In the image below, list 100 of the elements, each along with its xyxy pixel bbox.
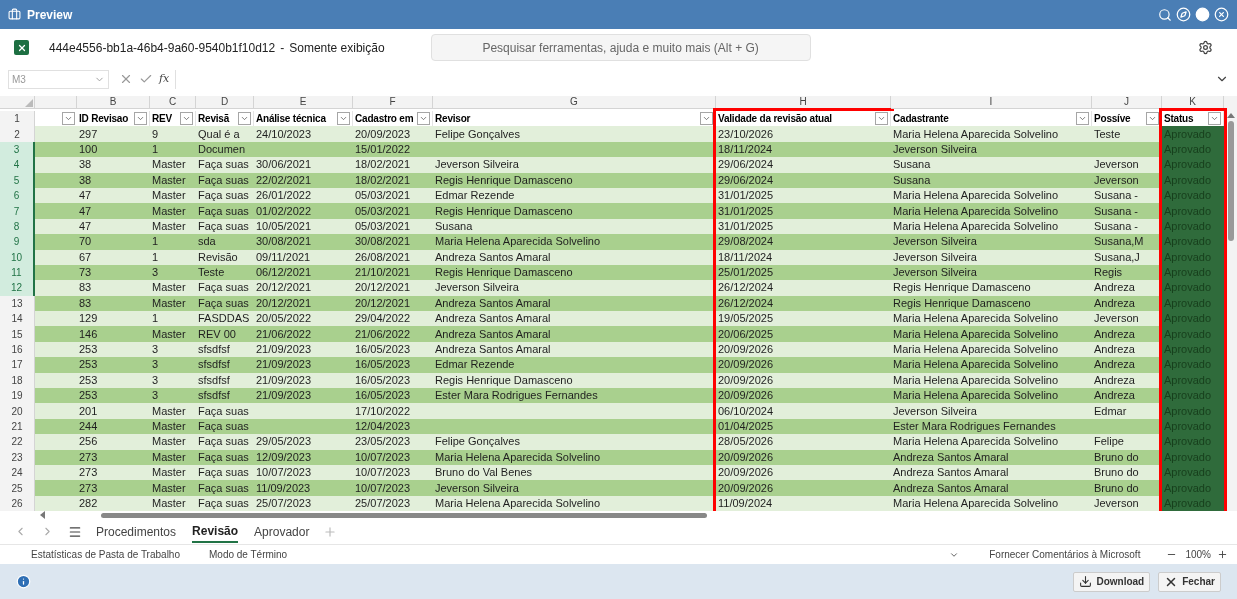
settings-icon[interactable] [1198, 40, 1213, 55]
column-letter[interactable]: G [433, 96, 716, 109]
file-name: 444e4556-bb1a-46b4-9a60-9540b1f10d12 [49, 39, 276, 57]
filter-button[interactable] [337, 112, 350, 126]
table-cell: Andreza [1092, 326, 1162, 342]
sheet-tab[interactable]: Aprovador [254, 520, 310, 543]
table-cell: Faça suas [196, 434, 254, 450]
table-cell: 19/05/2025 [716, 311, 891, 327]
table-cell: 23/05/2023 [353, 434, 433, 450]
column-header: Cadastro em [355, 112, 414, 127]
table-cell: Faça suas [196, 403, 254, 419]
row-number[interactable]: 1 [0, 111, 35, 127]
zoom-level: 100% [1185, 548, 1211, 563]
filter-button[interactable] [875, 112, 888, 126]
column-header: ID Revisao [79, 112, 129, 127]
table-cell: Susana - [1092, 203, 1162, 219]
filter-button[interactable] [1076, 112, 1089, 126]
table-cell: Andreza Santos Amaral [891, 480, 1092, 496]
row-number[interactable]: 25 [0, 480, 35, 496]
search-icon[interactable] [1158, 7, 1172, 22]
search-field[interactable]: Pesquisar ferramentas, ajuda e muito mais (Alt + G) [430, 34, 811, 61]
column-letter[interactable]: C [150, 96, 196, 109]
sheet-tab[interactable]: Procedimentos [96, 520, 177, 543]
scroll-left-icon[interactable] [40, 511, 45, 520]
table-cell: 3 [150, 357, 196, 373]
row-number[interactable]: 19 [0, 388, 35, 404]
column-letter[interactable]: F [353, 96, 433, 109]
table-cell [35, 157, 77, 173]
table-cell: 273 [77, 480, 150, 496]
circle-icon[interactable] [1195, 7, 1210, 22]
table-cell: 21/06/2022 [254, 326, 353, 342]
table-cell: 28/05/2026 [716, 434, 891, 450]
sheet-tab[interactable]: Revisão [192, 520, 239, 543]
table-cell: Andreza [1092, 357, 1162, 373]
filter-button[interactable] [700, 112, 713, 126]
table-cell [35, 388, 77, 404]
column-letter[interactable]: E [254, 96, 353, 109]
cancel-icon[interactable] [119, 72, 133, 86]
add-sheet-icon[interactable] [323, 524, 338, 539]
menu-icon[interactable] [68, 524, 82, 539]
filter-button[interactable] [238, 112, 251, 126]
function-button[interactable]: fx [159, 70, 170, 88]
select-all-corner[interactable] [0, 96, 35, 109]
table-cell: Master [150, 403, 196, 419]
row-number[interactable]: 20 [0, 403, 35, 419]
row-number[interactable]: 2 [0, 126, 35, 142]
info-icon[interactable] [16, 574, 31, 590]
table-cell: Jeverson [1092, 311, 1162, 327]
row-number[interactable]: 15 [0, 326, 35, 342]
row-number[interactable]: 22 [0, 434, 35, 450]
table-cell: 3 [150, 388, 196, 404]
feedback-link[interactable]: Fornecer Comentários à Microsoft [989, 547, 1141, 563]
column-letter[interactable]: B [77, 96, 150, 109]
close-icon[interactable] [1214, 7, 1229, 22]
table-cell: Bruno do [1092, 480, 1162, 496]
table-cell: 20/09/2023 [353, 126, 433, 142]
status-item[interactable]: Modo de Término [209, 547, 288, 563]
scroll-thumb[interactable] [1227, 121, 1234, 241]
table-cell: 253 [77, 357, 150, 373]
table-cell [35, 203, 77, 219]
status-item[interactable]: Estatísticas de Pasta de Trabalho [31, 547, 180, 563]
table-cell: Regis Henrique Damasceno [433, 203, 716, 219]
filter-button[interactable] [417, 112, 430, 126]
filter-button[interactable] [180, 112, 193, 126]
horizontal-scrollbar[interactable] [101, 512, 707, 518]
table-cell: 253 [77, 388, 150, 404]
table-cell [35, 280, 77, 296]
table-cell: Maria Helena Aparecida Solvelino [433, 234, 716, 250]
row-number[interactable]: 17 [0, 357, 35, 373]
zoom-in-icon[interactable] [1217, 549, 1228, 561]
filter-button[interactable] [1208, 112, 1221, 126]
filter-button[interactable] [1146, 112, 1159, 126]
column-letter[interactable]: I [891, 96, 1092, 109]
check-icon[interactable] [139, 72, 153, 86]
row-number[interactable]: 12 [0, 280, 35, 296]
table-cell: Felipe Gonçalves [433, 126, 716, 142]
table-cell: Maria Helena Aparecida Solvelino [891, 388, 1092, 404]
table-cell [35, 357, 77, 373]
row-number[interactable]: 14 [0, 311, 35, 327]
table-cell: 38 [77, 157, 150, 173]
filter-button[interactable] [62, 112, 75, 126]
row-number[interactable]: 7 [0, 203, 35, 219]
table-cell: Felipe Gonçalves [433, 434, 716, 450]
column-header: Status [1164, 112, 1194, 127]
footer-button[interactable]: Download [1073, 571, 1151, 592]
table-cell [35, 234, 77, 250]
table-cell: 17/10/2022 [353, 403, 433, 419]
row-number[interactable]: 4 [0, 157, 35, 173]
column-letter[interactable]: J [1092, 96, 1162, 109]
column-letter[interactable]: D [196, 96, 254, 109]
row-number[interactable]: 9 [0, 234, 35, 250]
table-cell: Andreza Santos Amaral [433, 311, 716, 327]
filter-button[interactable] [134, 112, 147, 126]
table-cell: 29/05/2023 [254, 434, 353, 450]
footer-button[interactable]: Fechar [1158, 571, 1221, 592]
compass-icon[interactable] [1176, 7, 1191, 22]
table-cell: sfsdfsf [196, 388, 254, 404]
table-cell: 16/05/2023 [353, 357, 433, 373]
column-header: REV [152, 112, 172, 127]
table-cell: 16/05/2023 [353, 388, 433, 404]
